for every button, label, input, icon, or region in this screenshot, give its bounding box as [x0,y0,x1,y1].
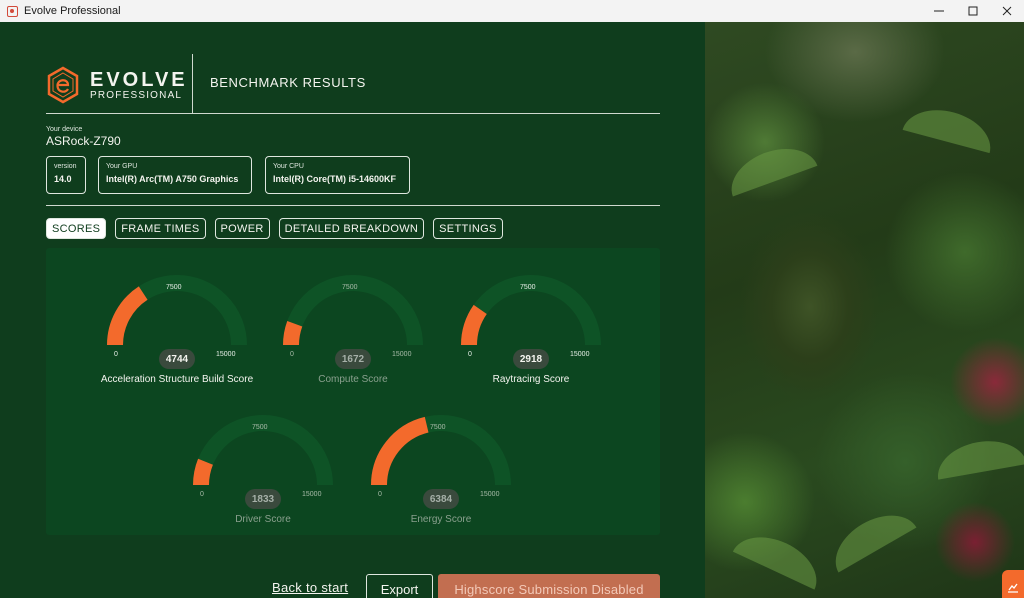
header-divider [192,54,193,114]
gauge-tick-mid: 7500 [430,424,446,431]
gpu-value: Intel(R) Arc(TM) A750 Graphics [106,174,239,184]
share-button[interactable] [1002,570,1024,598]
hexagon-logo-icon [47,66,79,104]
brand-sub: PROFESSIONAL [90,89,183,101]
fern-leaf [823,501,917,573]
fern-leaf [732,524,828,590]
window-controls [922,0,1024,22]
gauge-acceleration-structure: 7500 0 15000 4744 Acceleration Structure Bui… [92,260,262,400]
gauge-tick-max: 15000 [216,351,236,358]
tab-scores[interactable]: SCORES [46,218,107,239]
gauge-tick-min: 0 [114,351,118,358]
gauge-tick-min: 0 [290,351,294,358]
fern-leaf [902,100,998,154]
gauge-compute: 7500 0 15000 1672 Compute Score [268,260,438,400]
gauge-tick-max: 15000 [570,351,590,358]
nature-background-image [705,22,1024,598]
gauge-value-arc [371,416,429,486]
tab-bar: SCORES FRAME TIMES POWER DETAILED BREAKD… [46,218,503,239]
gauge-value-arc [193,458,214,486]
gauge-score-value: 2918 [513,349,549,369]
tab-settings[interactable]: SETTINGS [433,218,503,239]
header: EVOLVE PROFESSIONAL BENCHMARK RESULTS [46,44,660,114]
gauge-label: Acceleration Structure Build Score [100,374,254,385]
version-box: version 14.0 [46,156,86,194]
scores-area: 7500 0 15000 4744 Acceleration Structure Bui… [46,248,660,535]
chart-share-icon [1008,583,1018,593]
gauge-label: Driver Score [235,514,291,525]
window-titlebar: Evolve Professional [0,0,1024,22]
gauge-label: Raytracing Score [492,374,570,385]
window-title: Evolve Professional [24,5,121,17]
tab-power[interactable]: POWER [214,218,270,239]
gpu-box: Your GPU Intel(R) Arc(TM) A750 Graphics [98,156,252,194]
brand-logo: EVOLVE PROFESSIONAL [46,66,188,104]
gauge-energy: 7500 0 15000 6384 Energy Score [356,400,526,540]
gauge-tick-max: 15000 [302,491,322,498]
gauge-tick-max: 15000 [392,351,412,358]
highscore-submission-button[interactable]: Highscore Submission Disabled [438,574,660,598]
tab-frame-times[interactable]: FRAME TIMES [115,218,206,239]
gauge-value-arc [461,304,487,346]
gauge-score-value: 6384 [423,489,459,509]
device-label: Your device [46,126,83,133]
fern-leaf [933,434,1024,480]
gauge-value-arc [107,286,148,346]
gauge-label: Energy Score [410,514,472,525]
gauge-track [193,415,333,486]
close-icon[interactable] [990,0,1024,22]
cpu-value: Intel(R) Core(TM) i5-14600KF [273,174,397,184]
gauge-raytracing: 7500 0 15000 2918 Raytracing Score [446,260,616,400]
page-title: BENCHMARK RESULTS [210,75,366,90]
version-value: 14.0 [54,174,72,184]
export-button[interactable]: Export [366,574,433,598]
gauge-value-arc [283,320,303,346]
brand-name: EVOLVE [90,68,188,91]
gauge-track [283,275,423,346]
results-panel: EVOLVE PROFESSIONAL BENCHMARK RESULTS Yo… [0,22,705,598]
gauge-score-value: 1672 [335,349,371,369]
maximize-icon[interactable] [956,0,990,22]
gauge-tick-max: 15000 [480,491,500,498]
gauge-tick-mid: 7500 [520,284,536,291]
gauge-label: Compute Score [318,374,388,385]
gauge-score-value: 1833 [245,489,281,509]
device-name: ASRock-Z790 [46,134,121,148]
gauge-tick-min: 0 [378,491,382,498]
tab-detailed-breakdown[interactable]: DETAILED BREAKDOWN [278,218,425,239]
gauge-score-value: 4744 [159,349,195,369]
gauge-tick-mid: 7500 [252,424,268,431]
gauge-tick-mid: 7500 [342,284,358,291]
gauge-tick-min: 0 [468,351,472,358]
gauge-driver: 7500 0 15000 1833 Driver Score [178,400,348,540]
fern-leaf [722,137,818,197]
gauge-tick-min: 0 [200,491,204,498]
cpu-label: Your CPU [273,163,304,170]
version-label: version [54,163,77,170]
gauge-tick-mid: 7500 [166,284,182,291]
gpu-label: Your GPU [106,163,138,170]
cpu-box: Your CPU Intel(R) Core(TM) i5-14600KF [265,156,410,194]
minimize-icon[interactable] [922,0,956,22]
back-to-start-link[interactable]: Back to start [272,580,348,595]
app-logo-icon [7,5,18,17]
gauge-track [461,275,601,346]
section-divider [46,205,660,206]
